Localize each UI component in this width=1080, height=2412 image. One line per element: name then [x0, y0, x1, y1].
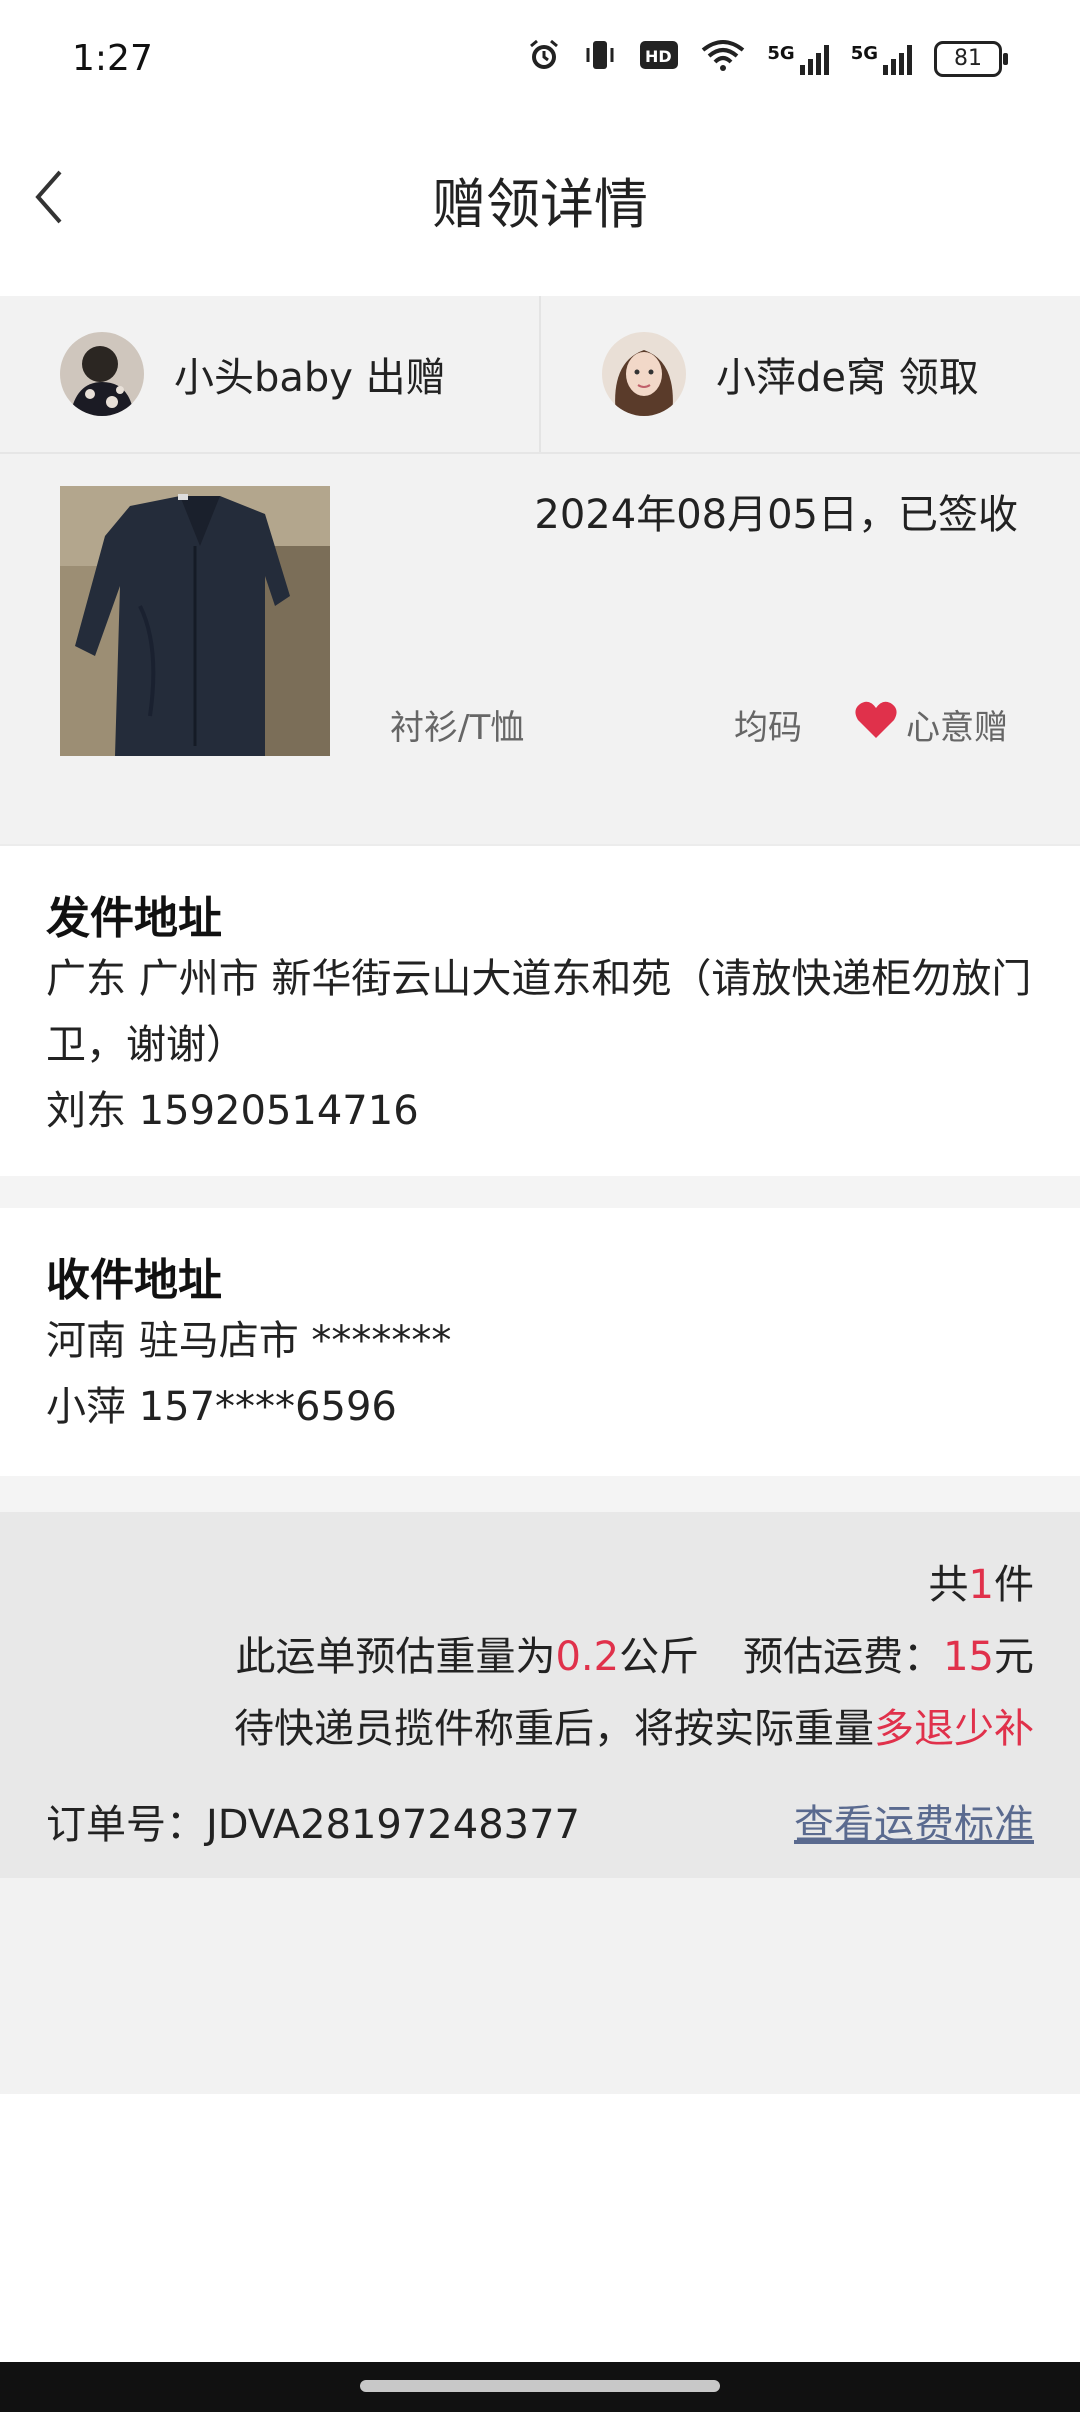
item-size: 均码	[734, 708, 802, 748]
section-gap	[0, 1176, 1080, 1208]
sender-contact: 刘东 15920514716	[46, 1088, 419, 1134]
divider	[0, 844, 1080, 846]
weight-prefix: 此运单预估重量为	[235, 1634, 556, 1680]
weight-unit: 公斤	[619, 1634, 700, 1680]
count-prefix: 共	[928, 1562, 969, 1608]
home-indicator[interactable]	[360, 2380, 720, 2392]
section-gap-2	[0, 1476, 1080, 1512]
order-label: 订单号：	[46, 1802, 206, 1848]
hd-icon: HD	[639, 40, 679, 78]
page-title: 赠领详情	[432, 173, 648, 236]
count-suffix: 件	[994, 1562, 1034, 1608]
date-status: 2024年08月05日，已签收	[534, 492, 1018, 538]
gift-type-label: 心意赠	[906, 708, 1008, 748]
item-count: 共1件	[929, 1552, 1034, 1610]
svg-text:HD: HD	[645, 47, 672, 66]
weight-fee-line: 此运单预估重量为0.2公斤 预估运费：15元	[235, 1624, 1034, 1682]
heart-icon	[854, 700, 898, 749]
battery-icon: 81	[934, 41, 1008, 77]
fee-label: 预估运费：	[743, 1634, 944, 1680]
receiver-user[interactable]: 小萍de窝 领取	[602, 296, 979, 452]
wifi-icon	[701, 38, 745, 80]
avatar-giver	[60, 332, 144, 416]
signal-5g-icon: 5G	[767, 43, 829, 75]
signal-5g-icon-2: 5G	[851, 43, 912, 75]
receiver-label: 小萍de窝 领取	[716, 355, 979, 401]
status-time: 1:27	[72, 38, 153, 79]
sender-title: 发件地址	[46, 893, 222, 944]
order-number: 订单号：JDVA28197248377	[46, 1792, 580, 1850]
avatar-receiver	[602, 332, 686, 416]
note-highlight: 多退少补	[874, 1706, 1034, 1752]
receiver-contact: 小萍 157****6596	[46, 1384, 397, 1430]
sender-address: 广东 广州市 新华街云山大道东和苑（请放快递柜勿放门卫，谢谢）	[46, 956, 1032, 1068]
giver-user[interactable]: 小头baby 出赠	[60, 296, 446, 452]
giver-label: 小头baby 出赠	[174, 355, 446, 401]
alarm-icon	[527, 38, 561, 80]
weight-note: 待快递员揽件称重后，将按实际重量多退少补	[234, 1696, 1034, 1754]
count-value: 1	[968, 1562, 994, 1608]
empty-area	[0, 1878, 1080, 2094]
vibrate-icon	[583, 38, 617, 80]
weight-value: 0.2	[555, 1634, 620, 1680]
fee-standard-link[interactable]: 查看运费标准	[794, 1792, 1034, 1850]
item-category: 衬衫/T恤	[390, 708, 525, 748]
status-icons: HD 5G 5G 81	[527, 38, 1008, 80]
order-value: JDVA28197248377	[206, 1802, 581, 1848]
item-photo	[60, 486, 330, 756]
gift-type: 心意赠	[854, 700, 1008, 749]
fee-value: 15	[943, 1634, 994, 1680]
users-divider	[539, 296, 541, 452]
fee-unit: 元	[994, 1634, 1034, 1680]
receiver-title: 收件地址	[46, 1255, 222, 1306]
receiver-address: 河南 驻马店市 *******	[46, 1318, 452, 1364]
note-prefix: 待快递员揽件称重后，将按实际重量	[234, 1706, 874, 1752]
